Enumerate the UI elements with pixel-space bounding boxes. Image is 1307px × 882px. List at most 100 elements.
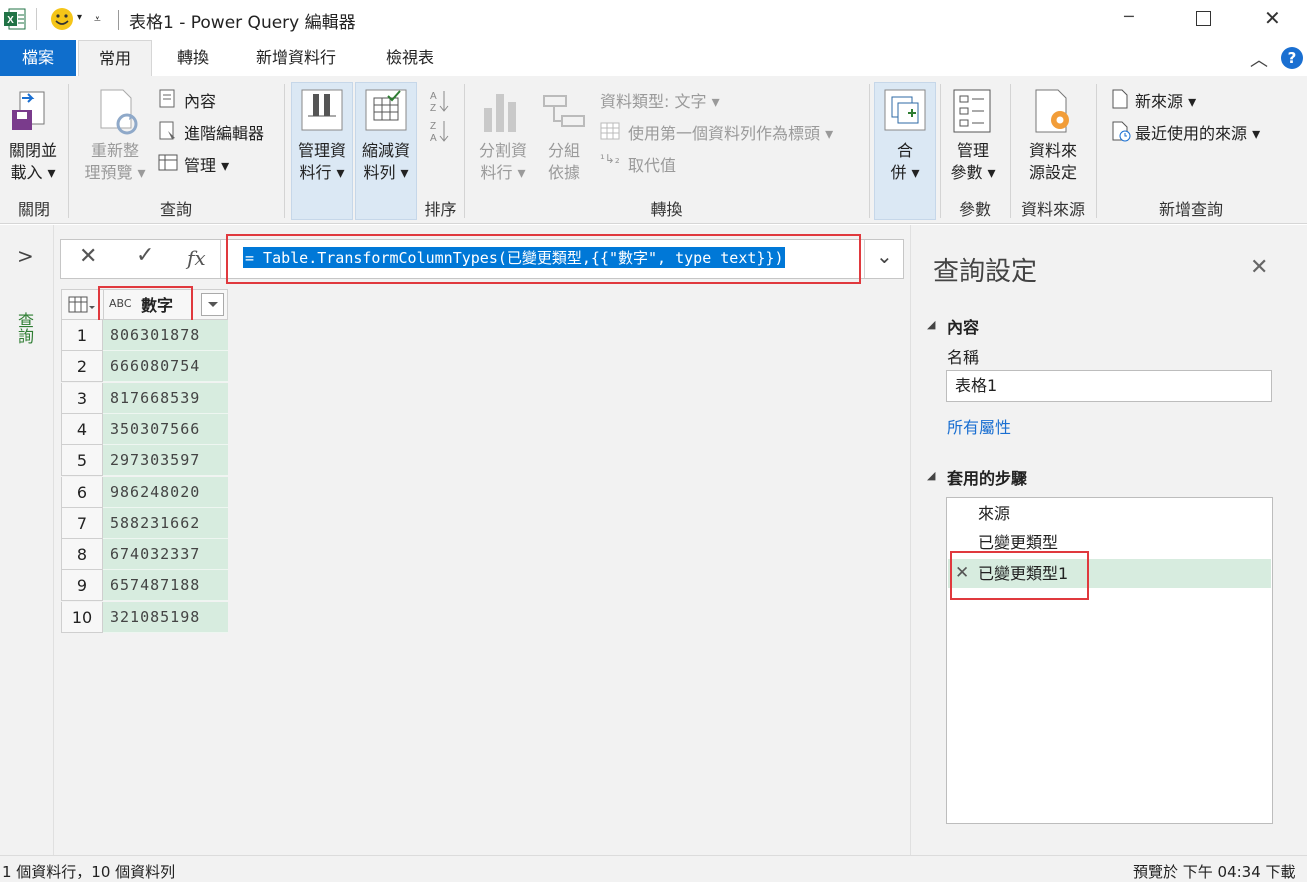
minimize-button[interactable]: ─ — [1124, 7, 1134, 26]
query-name-input[interactable]: 表格1 — [946, 370, 1272, 402]
reduce-rows-label-2: 料列 ▾ — [363, 163, 409, 182]
manage-columns-label-1: 管理資 — [297, 141, 346, 160]
split-column-icon — [480, 90, 524, 134]
group-by-button[interactable]: 分組 依據 — [536, 140, 592, 184]
row-number[interactable]: 10 — [61, 602, 103, 633]
refresh-label-1: 重新整 — [90, 141, 139, 160]
combine-label-1: 合 — [896, 141, 913, 160]
expand-queries-pane-button[interactable]: > — [17, 244, 34, 268]
sort-descending-icon[interactable]: ZA — [428, 118, 450, 144]
data-source-settings-button[interactable]: 資料來 源設定 — [1014, 140, 1092, 184]
group-by-label-2: 依據 — [547, 163, 580, 182]
all-properties-link[interactable]: 所有屬性 — [947, 414, 1011, 438]
replace-values-button[interactable]: 取代值 — [628, 152, 676, 176]
data-source-settings-icon — [1032, 88, 1076, 136]
table-cell[interactable]: 806301878 — [103, 320, 228, 351]
table-cell[interactable]: 674032337 — [103, 539, 228, 570]
table-cell[interactable]: 588231662 — [103, 508, 228, 539]
new-source-button[interactable]: 新來源 ▾ — [1135, 88, 1196, 112]
name-label: 名稱 — [947, 348, 980, 367]
table-cell[interactable]: 321085198 — [103, 602, 228, 633]
group-label-query: 查詢 — [159, 200, 192, 219]
refresh-label-2: 理預覽 ▾ — [84, 163, 146, 182]
tab-transform[interactable]: 轉換 — [160, 40, 226, 76]
quick-access-customize-icon[interactable]: ⩡ — [94, 12, 101, 27]
group-label-sort: 排序 — [424, 200, 457, 219]
row-number[interactable]: 2 — [61, 351, 103, 382]
table-menu-icon[interactable] — [68, 296, 96, 314]
close-query-settings-button[interactable]: ✕ — [1250, 255, 1268, 280]
refresh-preview-button[interactable]: 重新整 理預覽 ▾ — [78, 140, 152, 184]
table-cell[interactable]: 350307566 — [103, 414, 228, 445]
cancel-formula-button[interactable]: ✕ — [79, 244, 97, 269]
step-source[interactable]: 來源 — [948, 499, 1271, 528]
close-window-button[interactable]: ✕ — [1264, 6, 1281, 30]
manage-params-label-1: 管理 — [956, 141, 989, 160]
row-number[interactable]: 4 — [61, 414, 103, 445]
row-number[interactable]: 1 — [61, 320, 103, 351]
svg-text:Z: Z — [430, 103, 436, 114]
status-preview-time: 預覽於 下午 04:34 下載 — [1133, 863, 1296, 881]
svg-text:A: A — [430, 91, 437, 102]
use-first-row-icon — [600, 121, 620, 141]
row-number[interactable]: 8 — [61, 539, 103, 570]
table-cell[interactable]: 657487188 — [103, 570, 228, 601]
group-label-new-query: 新增查詢 — [1158, 200, 1223, 219]
column-filter-button[interactable] — [201, 293, 224, 316]
manage-parameters-button[interactable]: 管理 參數 ▾ — [942, 140, 1004, 184]
recent-sources-button[interactable]: 最近使用的來源 ▾ — [1135, 120, 1260, 144]
close-load-button[interactable]: 關閉並 載入 ▾ — [0, 140, 66, 184]
smiley-feedback-icon[interactable] — [50, 7, 74, 31]
status-bar — [0, 855, 1307, 882]
combine-button[interactable]: 合 併 ▾ — [874, 140, 936, 184]
svg-text:Z: Z — [430, 121, 436, 132]
svg-text:A: A — [430, 133, 437, 144]
tab-view[interactable]: 檢視表 — [370, 40, 450, 76]
steps-collapse-icon[interactable]: ◢ — [927, 469, 935, 482]
delete-step-icon[interactable]: ✕ — [955, 563, 969, 583]
query-settings-title: 查詢設定 — [933, 257, 1038, 287]
row-number[interactable]: 9 — [61, 570, 103, 601]
help-button[interactable]: ? — [1281, 47, 1303, 69]
advanced-editor-button[interactable]: 進階編輯器 — [184, 120, 264, 144]
row-number[interactable]: 6 — [61, 477, 103, 508]
step-changed-type-1[interactable]: 已變更類型1 — [948, 559, 1271, 588]
column-header-digits[interactable]: 數字 — [141, 292, 173, 316]
recent-sources-icon — [1110, 121, 1132, 143]
properties-collapse-icon[interactable]: ◢ — [927, 318, 935, 331]
fx-insert-step-button[interactable]: fx — [187, 246, 206, 270]
confirm-formula-button[interactable]: ✓ — [136, 243, 154, 268]
table-cell[interactable]: 666080754 — [103, 351, 228, 382]
manage-params-label-2: 參數 ▾ — [950, 163, 996, 182]
tab-add-column[interactable]: 新增資料行 — [240, 40, 352, 76]
split-column-label-2: 料行 ▾ — [480, 163, 526, 182]
collapse-ribbon-icon[interactable]: ︿ — [1250, 46, 1268, 72]
sort-ascending-icon[interactable]: AZ — [428, 88, 450, 114]
refresh-icon — [97, 88, 141, 136]
group-by-icon — [542, 94, 586, 130]
column-type-abc-icon[interactable]: ABC — [109, 297, 132, 310]
smiley-dropdown-icon[interactable]: ▾ — [77, 12, 82, 23]
expand-formula-button[interactable]: ⌄ — [876, 244, 893, 268]
maximize-button[interactable] — [1196, 11, 1211, 26]
group-label-transform: 轉換 — [650, 200, 683, 219]
combine-icon — [883, 88, 927, 132]
use-first-row-headers-button[interactable]: 使用第一個資料列作為標頭 ▾ — [628, 120, 833, 144]
tab-file[interactable]: 檔案 — [0, 40, 76, 76]
row-number[interactable]: 7 — [61, 508, 103, 539]
reduce-rows-button[interactable]: 縮減資 料列 ▾ — [355, 140, 417, 184]
table-cell[interactable]: 986248020 — [103, 477, 228, 508]
formula-input[interactable]: = Table.TransformColumnTypes(已變更類型,{{"數字… — [243, 247, 786, 268]
properties-button[interactable]: 內容 — [184, 88, 216, 112]
data-type-dropdown[interactable]: 資料類型: 文字 ▾ — [600, 88, 720, 112]
queries-pane-label[interactable]: 查詢 — [12, 312, 36, 344]
tab-home[interactable]: 常用 — [78, 40, 152, 77]
manage-columns-button[interactable]: 管理資 料行 ▾ — [291, 140, 353, 184]
step-changed-type[interactable]: 已變更類型 — [948, 528, 1271, 557]
table-cell[interactable]: 297303597 — [103, 445, 228, 476]
split-column-button[interactable]: 分割資 料行 ▾ — [472, 140, 534, 184]
table-cell[interactable]: 817668539 — [103, 383, 228, 414]
manage-button[interactable]: 管理 ▾ — [184, 152, 229, 176]
row-number[interactable]: 5 — [61, 445, 103, 476]
row-number[interactable]: 3 — [61, 383, 103, 414]
